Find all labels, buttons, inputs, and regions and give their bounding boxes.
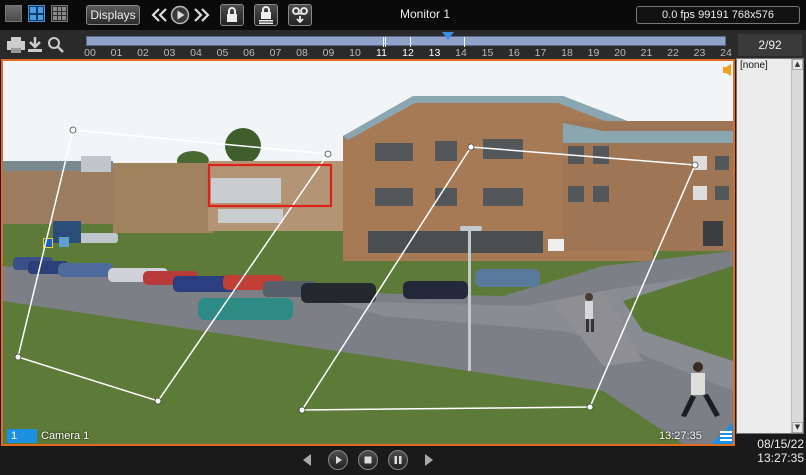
timeline-hour-label: 09	[322, 47, 335, 59]
camera-image	[3, 61, 733, 444]
speaker-icon[interactable]	[723, 64, 733, 76]
timeline-marker	[385, 37, 386, 47]
scroll-up-icon[interactable]: ▲	[792, 59, 803, 70]
layout-2x2-icon[interactable]	[28, 5, 45, 22]
timeline-hour-label: 19	[587, 47, 600, 59]
timeline-hour-label: 07	[269, 47, 282, 59]
timeline-hour-label: 17	[534, 47, 547, 59]
camera-number-badge[interactable]: 1	[7, 429, 37, 443]
timeline-hour-label: 24	[720, 47, 732, 59]
scrollbar[interactable]: ▲ ▼	[791, 59, 803, 433]
timeline-hour-label: 10	[349, 47, 361, 59]
timeline-marker	[383, 37, 384, 47]
timeline-hour-label: 23	[693, 47, 706, 59]
timeline-marker	[464, 37, 465, 47]
layout-1x1-icon[interactable]	[5, 5, 22, 22]
timeline-hour-label: 20	[614, 47, 626, 59]
timeline-hour-label: 08	[296, 47, 308, 59]
timeline-cursor[interactable]	[441, 32, 454, 40]
timeline-hour-label: 16	[508, 47, 520, 59]
timeline-hour-label: 15	[481, 47, 494, 59]
lock-icon[interactable]	[220, 4, 244, 26]
timeline-hour-label: 00	[84, 47, 96, 59]
lock-all-icon[interactable]	[254, 4, 278, 26]
timeline-hour-label: 03	[163, 47, 176, 59]
print-icon[interactable]	[7, 37, 25, 53]
clock-time: 13:27:35	[757, 451, 804, 465]
playback-controls	[0, 446, 736, 475]
event-list-panel[interactable]: [none] ▲ ▼	[736, 58, 804, 434]
play-icon[interactable]	[328, 450, 348, 470]
timeline-hour-label: 06	[243, 47, 255, 59]
clock: 08/15/22 13:27:35	[738, 437, 804, 465]
stream-status: 0.0 fps 99191 768x576	[636, 6, 800, 24]
monitor-title: Monitor 1	[399, 7, 451, 21]
top-toolbar: Displays Monitor 1 0.0 fps 99191 768x576	[0, 0, 806, 30]
download-icon[interactable]	[28, 37, 42, 52]
timeline-hour-label: 04	[190, 47, 202, 59]
timeline-hour-label: 11	[376, 47, 387, 59]
timeline-tools	[6, 35, 76, 59]
fast-forward-icon[interactable]	[191, 4, 211, 26]
timeline-marker	[410, 37, 411, 47]
camera-name: Camera 1	[41, 430, 90, 442]
zoom-icon[interactable]	[48, 37, 64, 53]
timeline-bar[interactable]	[86, 32, 726, 47]
menu-icon[interactable]	[720, 431, 732, 441]
timeline-row: 00 01 02 03 04 05 06 07 08 09 10 11 12 13 14 15 16 17 18 19…	[0, 30, 806, 60]
timeline-hour-labels: 00 01 02 03 04 05 06 07 08 09 10 11 12 13 14 15 16 17 18 19…	[84, 47, 732, 59]
play-icon[interactable]	[170, 4, 190, 26]
layout-3x3-icon[interactable]	[51, 5, 68, 22]
displays-button[interactable]: Displays	[86, 5, 140, 25]
camera-view[interactable]: 1 Camera 1 13:27:35	[1, 59, 735, 446]
record-counter: 2/92	[738, 34, 802, 56]
timeline-hour-label: 14	[455, 47, 467, 59]
scroll-down-icon[interactable]: ▼	[792, 422, 803, 433]
timeline-hour-label: 22	[667, 47, 679, 59]
timeline-hour-label: 01	[110, 47, 123, 59]
camera-timestamp: 13:27:35	[659, 430, 702, 442]
rewind-icon[interactable]	[150, 4, 170, 26]
stop-icon[interactable]	[358, 450, 378, 470]
list-item[interactable]: [none]	[740, 60, 768, 71]
timeline-hour-label: 13	[428, 47, 441, 59]
tape-archive-icon[interactable]	[288, 4, 312, 26]
clock-date: 08/15/22	[757, 437, 804, 451]
step-back-icon[interactable]	[297, 450, 317, 470]
step-forward-icon[interactable]	[419, 450, 439, 470]
timeline-hour-label: 18	[561, 47, 573, 59]
timeline-hour-label: 05	[216, 47, 229, 59]
timeline-hour-label: 21	[640, 47, 653, 59]
timeline-hour-label: 02	[137, 47, 149, 59]
timeline-hour-label: 12	[402, 47, 414, 59]
pause-icon[interactable]	[388, 450, 408, 470]
